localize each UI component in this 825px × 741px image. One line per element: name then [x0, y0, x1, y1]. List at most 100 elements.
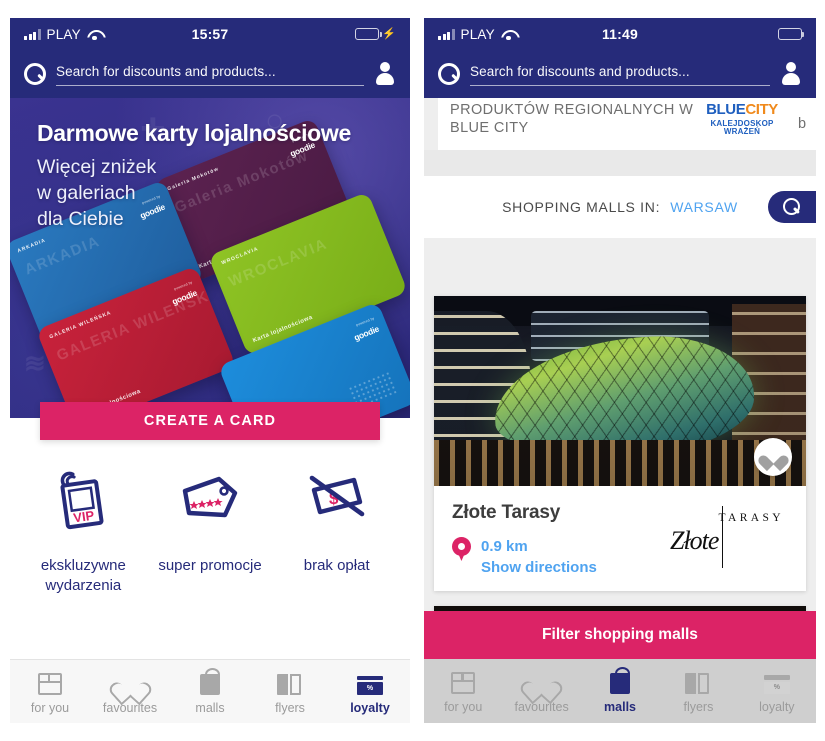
search-icon: [782, 197, 802, 217]
feature-label: super promocje: [158, 556, 261, 576]
promo-title-line-2: BLUE CITY: [450, 120, 529, 137]
tab-favourites[interactable]: favourites: [502, 668, 580, 714]
city-search-button[interactable]: [768, 191, 816, 223]
loyalty-card-icon: %: [763, 668, 790, 694]
logo-wordmark: BLUECITY: [694, 102, 790, 117]
price-tag-stars-icon: [177, 458, 243, 536]
hero-title: Darmowe karty lojalnościowe: [37, 120, 352, 146]
bottom-tab-bar-left: for you favourites malls flyers % loyalt…: [10, 659, 410, 723]
tab-label: favourites: [102, 700, 158, 715]
battery-icon: [355, 28, 382, 40]
book-open-icon: [277, 669, 303, 695]
feature-exclusive-events[interactable]: VIP ekskluzywne wydarzenia: [20, 458, 147, 690]
location-pin-icon: [452, 537, 471, 562]
status-time: 15:57: [191, 26, 229, 42]
svg-text:VIP: VIP: [73, 508, 96, 526]
blue-city-logo: BLUECITY KALEJDOSKOP WRAŻEŃ: [694, 100, 790, 136]
selected-city[interactable]: WARSAW: [670, 199, 738, 215]
search-input[interactable]: Search for discounts and products...: [56, 63, 364, 86]
mall-card-zlote-tarasy[interactable]: Złote Tarasy 0.9 km Show directions TARA…: [434, 296, 806, 591]
phone-right: PLAY 11:49 Search for discounts and prod…: [424, 18, 816, 723]
book-open-icon: [685, 668, 711, 694]
logo-subtitle-2: WRAŻEŃ: [723, 127, 761, 136]
logo-top-text: TARASY: [718, 512, 784, 524]
search-icon[interactable]: [24, 63, 46, 85]
left-screen-body: + ○ ≋ Galeria Mokotów Galeria Mokotów Ka…: [10, 98, 410, 723]
layout-grid-icon: [38, 669, 62, 695]
promo-card-edge[interactable]: b: [794, 98, 816, 150]
shopping-malls-header: SHOPPING MALLS IN: WARSAW: [424, 176, 816, 238]
hero-subtitle: Więcej zniżek w galeriach dla Ciebie: [37, 154, 156, 232]
loyalty-hero-banner[interactable]: + ○ ≋ Galeria Mokotów Galeria Mokotów Ka…: [10, 98, 410, 418]
hero-subtitle-line-3: dla Ciebie: [37, 208, 124, 231]
screenshot-root: PLAY 15:57 ⚡ Search for discounts and pr…: [0, 0, 825, 741]
battery-icon: [778, 28, 805, 40]
right-screen-body: PRODUKTÓW REGIONALNYCH W BLUE CITY BLUEC…: [424, 98, 816, 723]
goodie-badge: powered by goodie: [350, 316, 381, 345]
search-header-left: Search for discounts and products...: [10, 50, 410, 98]
show-directions-link[interactable]: Show directions: [481, 559, 597, 576]
loyalty-card-icon: %: [357, 669, 383, 695]
shopping-bag-icon: [610, 667, 631, 694]
logo-bottom-text: Złote: [670, 526, 719, 555]
tab-label: flyers: [275, 700, 305, 715]
tab-label: for you: [444, 700, 483, 714]
status-right-group: [778, 28, 805, 40]
layout-grid-icon: [451, 668, 476, 694]
account-icon[interactable]: [374, 62, 396, 86]
bottom-tab-bar-right: for you favourites malls flyers % loyalt…: [424, 659, 816, 723]
tab-favourites[interactable]: favourites: [90, 669, 170, 715]
percent-badge: %: [366, 684, 374, 692]
card-ghost-text: ARKADIA: [22, 232, 103, 279]
tab-label: flyers: [683, 700, 714, 714]
shopping-bag-icon: [200, 667, 220, 695]
tab-loyalty[interactable]: % loyalty: [738, 668, 816, 714]
card-ghost-text: WROCLAVIA: [226, 235, 330, 291]
favourite-button[interactable]: [754, 438, 792, 476]
feature-label-line-1: ekskluzywne: [40, 557, 126, 574]
feature-label: ekskluzywne wydarzenia: [41, 556, 126, 595]
tab-flyers[interactable]: flyers: [250, 669, 330, 715]
tab-label: for you: [30, 700, 70, 715]
search-input[interactable]: Search for discounts and products...: [470, 63, 770, 86]
hero-subtitle-line-2: w galeriach: [37, 182, 136, 205]
promo-title: PRODUKTÓW REGIONALNYCH W BLUE CITY: [450, 100, 694, 137]
search-placeholder: Search for discounts and products...: [470, 63, 690, 79]
tab-label: loyalty: [350, 700, 390, 715]
hero-subtitle-line-1: Więcej zniżek: [37, 156, 157, 178]
search-placeholder: Search for discounts and products...: [56, 63, 276, 79]
status-bar-right: PLAY 11:49: [424, 18, 816, 50]
malls-header-label: SHOPPING MALLS IN:: [502, 199, 661, 215]
mall-info: Złote Tarasy 0.9 km Show directions TARA…: [434, 486, 806, 591]
tab-malls[interactable]: malls: [581, 667, 659, 714]
tab-label: favourites: [514, 700, 569, 714]
feature-super-promotions[interactable]: super promocje: [147, 458, 274, 690]
mall-logo-zlote-tarasy: TARASY Złote: [664, 506, 784, 570]
features-row: VIP ekskluzywne wydarzenia super promocj…: [10, 440, 410, 690]
phone-left: PLAY 15:57 ⚡ Search for discounts and pr…: [10, 18, 410, 723]
feature-label-line-1: brak opłat: [303, 557, 370, 574]
tab-for-you[interactable]: for you: [424, 668, 502, 714]
tab-flyers[interactable]: flyers: [659, 668, 737, 714]
percent-badge: %: [773, 684, 780, 692]
account-icon[interactable]: [780, 62, 802, 86]
status-time: 11:49: [601, 26, 639, 42]
promo-card-clipped[interactable]: PRODUKTÓW REGIONALNYCH W BLUE CITY BLUEC…: [438, 98, 802, 150]
no-fee-banknote-icon: $: [304, 458, 370, 536]
promo-title-line-1: PRODUKTÓW REGIONALNYCH W: [450, 102, 694, 118]
tab-label: loyalty: [759, 700, 795, 714]
tab-loyalty[interactable]: % loyalty: [330, 669, 410, 715]
search-icon[interactable]: [438, 63, 460, 85]
create-a-card-button[interactable]: CREATE A CARD: [40, 402, 380, 440]
status-bar-left: PLAY 15:57 ⚡: [10, 18, 410, 50]
tab-malls[interactable]: malls: [170, 667, 250, 715]
logo-blue-part: BLUE: [706, 101, 746, 118]
feature-no-fees[interactable]: $ brak opłat: [273, 458, 400, 690]
filter-shopping-malls-button[interactable]: Filter shopping malls: [424, 611, 816, 659]
feature-label: brak opłat: [304, 556, 370, 576]
distance-lines: 0.9 km Show directions: [481, 536, 597, 578]
mall-distance: 0.9 km: [481, 538, 528, 555]
heart-icon: [764, 449, 783, 466]
tab-for-you[interactable]: for you: [10, 669, 90, 715]
mall-photo-zlote-tarasy: [434, 296, 806, 486]
